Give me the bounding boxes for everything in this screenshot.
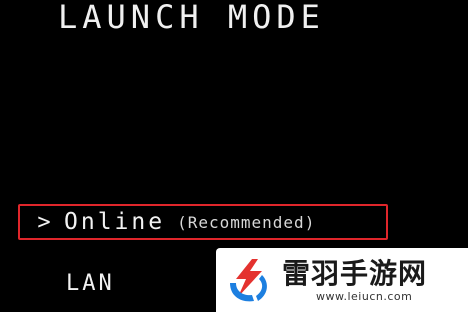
leiyu-logo-icon: [230, 259, 267, 302]
menu-option-online[interactable]: > Online (Recommended): [18, 204, 388, 240]
site-watermark: 雷羽手游网 www.leiucn.com: [216, 248, 468, 312]
watermark-site-url: www.leiucn.com: [316, 289, 413, 303]
watermark-site-name: 雷羽手游网: [282, 256, 428, 290]
option-lan-label: LAN: [66, 270, 115, 296]
selection-caret-icon: >: [37, 209, 51, 235]
option-online-label: Online: [64, 209, 166, 235]
screen-title: LAUNCH MODE: [58, 0, 325, 36]
option-online-note: (Recommended): [177, 212, 316, 232]
launch-mode-screen: LAUNCH MODE > Online (Recommended) LAN 雷…: [0, 0, 468, 312]
watermark-text: 雷羽手游网 www.leiucn.com: [282, 256, 428, 303]
